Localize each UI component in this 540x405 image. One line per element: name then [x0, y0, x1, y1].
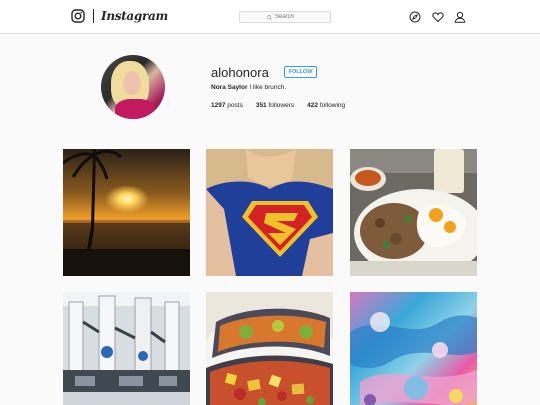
tacos-plate-photo [206, 292, 333, 405]
profile-stats: 1297 posts 351 followers 422 following [211, 102, 358, 109]
search-box[interactable] [239, 11, 331, 23]
post-tile-sunset[interactable] [63, 149, 190, 276]
superman-shirt-photo [206, 149, 333, 276]
followers-count[interactable]: 351 followers [256, 102, 294, 109]
profile-full-name: Nora Saylor [211, 84, 248, 91]
robotic-machinery-photo [63, 292, 190, 405]
profile-bio-text: I like brunch. [249, 84, 287, 91]
posts-count: 1297 posts [211, 102, 243, 109]
followers-count-label: followers [268, 102, 295, 109]
profile-bio: Nora Saylor I like brunch. [211, 84, 286, 91]
follow-button[interactable]: FOLLOW [284, 66, 317, 78]
post-tile-robots[interactable] [63, 292, 190, 405]
post-tile-superman[interactable] [206, 149, 333, 276]
colorful-bath-bomb-photo [350, 292, 477, 405]
following-count[interactable]: 422 following [307, 102, 345, 109]
following-count-value: 422 [307, 102, 319, 109]
logo-divider [93, 9, 94, 23]
followers-count-value: 351 [255, 102, 267, 109]
post-tile-breakfast[interactable] [350, 149, 477, 276]
search-input[interactable] [275, 14, 303, 20]
following-count-label: following [319, 102, 346, 109]
logo[interactable]: Instagram [71, 9, 168, 23]
profile-username: alohonora [211, 65, 269, 80]
posts-count-value: 1297 [211, 102, 226, 109]
posts-count-label: posts [227, 102, 243, 109]
logo-wordmark: Instagram [101, 9, 168, 23]
instagram-logo-icon [71, 9, 85, 23]
profile-avatar[interactable] [101, 55, 165, 119]
user-icon[interactable] [454, 11, 466, 23]
compass-icon[interactable] [409, 11, 421, 23]
heart-icon[interactable] [432, 11, 444, 23]
eggs-breakfast-photo [350, 149, 477, 276]
sunset-palm-photo [63, 149, 190, 276]
search-icon [267, 14, 272, 20]
post-tile-tacos[interactable] [206, 292, 333, 405]
top-navigation-bar: Instagram [0, 0, 540, 34]
post-tile-bath-bomb[interactable] [350, 292, 477, 405]
